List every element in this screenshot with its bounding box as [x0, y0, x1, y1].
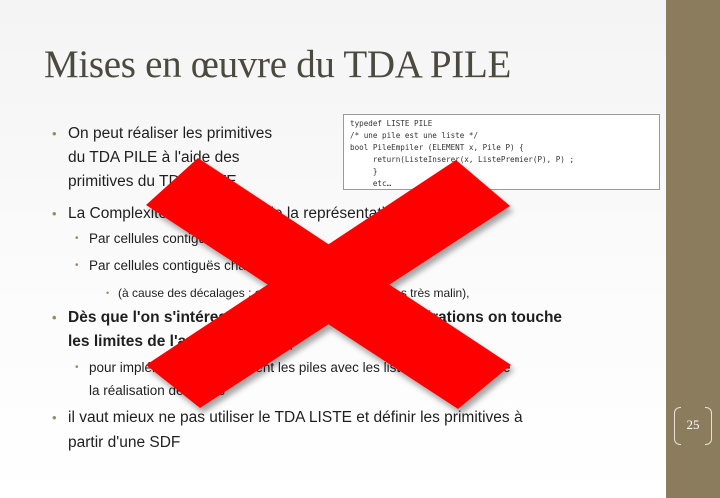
left-bracket-icon: [674, 407, 681, 445]
bullet-dot-icon: •: [75, 233, 79, 244]
page-number: 25: [686, 417, 700, 432]
sub-sub-bullet-item: • (à cause des décalages : empiler en têt…: [106, 283, 470, 304]
sub-bullet-item: • Par cellules contiguës: [75, 229, 220, 249]
bullet-dot-icon: •: [75, 362, 79, 373]
bullet-dot-icon: •: [52, 410, 57, 425]
bullet-line: primitives du TDA LISTE: [68, 173, 237, 190]
bullet-dot-icon: •: [75, 260, 79, 271]
bullet-dot-icon: •: [52, 310, 57, 325]
bullet-item: • La Complexité dépend alors de la représ…: [52, 205, 472, 222]
page-number-badge: 25: [674, 407, 712, 445]
bullet-line: partir d'une SDF: [68, 434, 181, 451]
bullet-dot-icon: •: [52, 126, 57, 141]
bullet-line: du TDA PILE à l'aide des: [68, 149, 240, 166]
bullet-line: les limites de l'approche TDA (: [68, 333, 293, 350]
bullet-item: • Dès que l'on s'intéresse aux complexité…: [52, 309, 563, 326]
bullet-item: • On peut réaliser les primitives: [52, 125, 273, 142]
sub-bullet-item: • Par cellules contiguës chaînées: [75, 256, 279, 276]
sub-bullet-item: • pour implémenter efficacement les piles…: [75, 358, 510, 378]
bullet-list: • On peut réaliser les primitives du TDA …: [0, 0, 666, 498]
right-bracket-icon: [705, 407, 712, 445]
bullet-item: • il vaut mieux ne pas utiliser le TDA LI…: [52, 409, 523, 426]
bullet-line: la réalisation des listes: [89, 383, 225, 398]
bullet-dot-icon: •: [52, 206, 57, 221]
bullet-dot-icon: •: [106, 288, 110, 298]
